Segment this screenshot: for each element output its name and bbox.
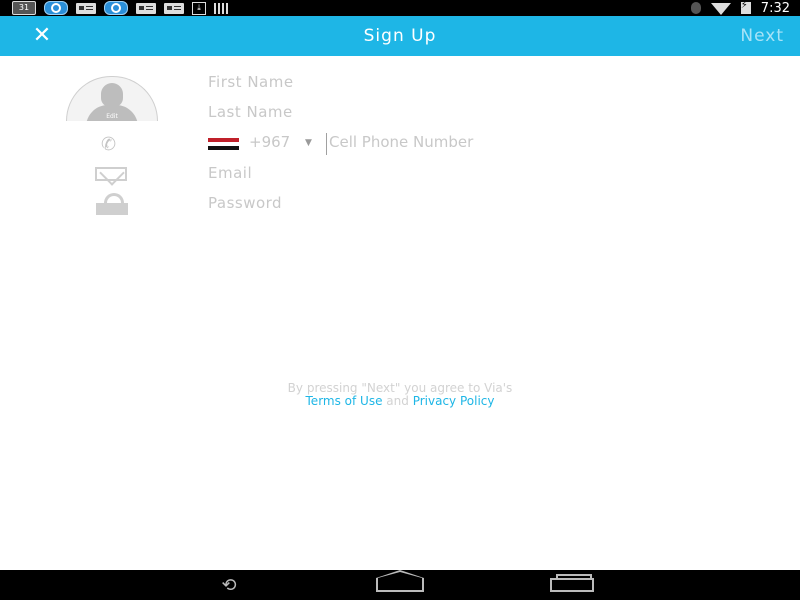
card-icon (164, 2, 184, 14)
status-bar-notifications: 31 ⤓ (12, 1, 230, 15)
email-field[interactable]: Email (208, 164, 768, 190)
battery-charging-icon (740, 0, 751, 14)
recent-apps-icon[interactable] (550, 574, 594, 592)
terms-notice: By pressing "Next" you agree to Via's Te… (0, 382, 800, 408)
navigation-bar: ⟲ (0, 570, 800, 600)
app-header: Sign Up ✕ Next (0, 16, 800, 56)
calendar-icon: 31 (12, 1, 36, 15)
home-icon[interactable] (376, 570, 424, 592)
app-drop-icon (44, 1, 68, 15)
password-field[interactable]: Password (208, 194, 768, 220)
barcode-icon (214, 2, 230, 14)
first-name-field[interactable]: First Name (208, 73, 768, 99)
country-code[interactable]: +967 (249, 133, 290, 151)
page-title: Sign Up (363, 26, 437, 46)
clock: 7:32 (760, 0, 790, 16)
avatar-silhouette-head (101, 83, 123, 107)
wifi-icon (710, 3, 731, 15)
app-drop-icon (104, 1, 128, 15)
lock-icon (96, 193, 128, 215)
privacy-policy-link[interactable]: Privacy Policy (413, 394, 495, 408)
next-button[interactable]: Next (740, 16, 784, 56)
email-icon (95, 167, 127, 181)
status-bar-system: 7:32 (690, 0, 790, 16)
card-icon (136, 2, 156, 14)
avatar-edit-label[interactable]: Edit (101, 113, 123, 121)
phone-icon: ✆ (101, 134, 117, 155)
terms-of-use-link[interactable]: Terms of Use (306, 394, 383, 408)
back-icon[interactable]: ⟲ (205, 577, 253, 595)
phone-number-field[interactable]: Cell Phone Number (326, 133, 729, 155)
country-flag-icon[interactable] (208, 138, 239, 150)
card-icon (76, 2, 96, 14)
bluetooth-icon (690, 2, 701, 14)
chevron-down-icon[interactable]: ▼ (305, 138, 312, 148)
terms-and-text: and (386, 394, 409, 408)
terms-links-line: Terms of Use and Privacy Policy (0, 395, 800, 408)
close-icon[interactable]: ✕ (28, 24, 56, 48)
last-name-field[interactable]: Last Name (208, 103, 768, 129)
avatar[interactable]: Edit (66, 76, 158, 121)
download-icon: ⤓ (192, 1, 206, 15)
status-bar: 31 ⤓ 7:32 (0, 0, 800, 16)
